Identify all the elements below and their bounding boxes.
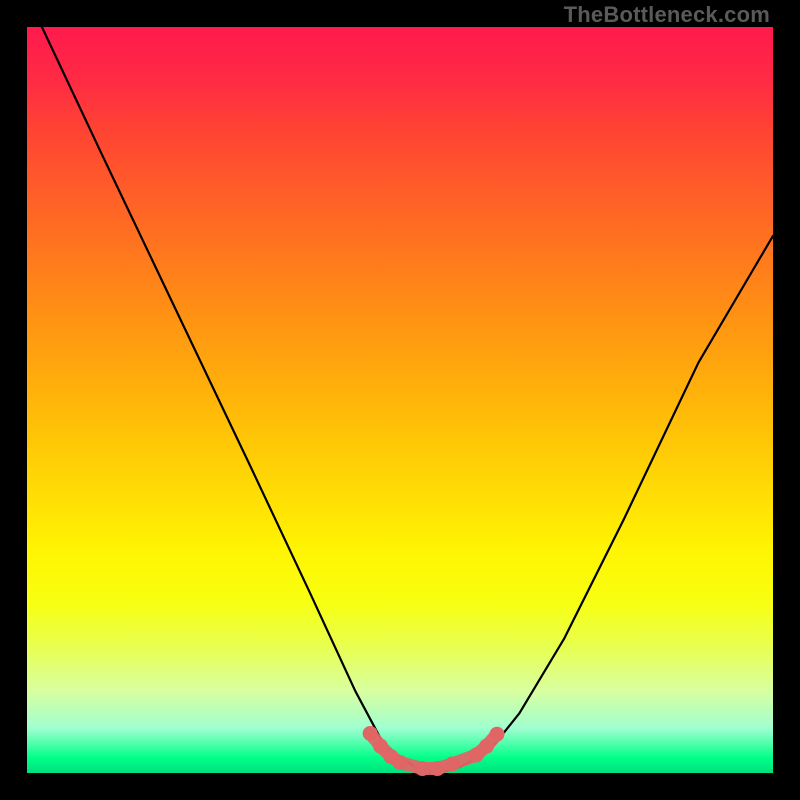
trough-marker	[363, 726, 378, 741]
trough-marker	[415, 761, 430, 776]
trough-markers	[363, 726, 505, 776]
trough-marker	[479, 739, 494, 754]
trough-marker	[393, 755, 408, 770]
chart-svg	[27, 27, 773, 773]
trough-marker	[489, 727, 504, 742]
bottleneck-curve	[42, 27, 773, 772]
trough-marker	[430, 761, 445, 776]
curve-layer	[42, 27, 773, 772]
watermark-text: TheBottleneck.com	[564, 2, 770, 28]
trough-marker	[445, 757, 460, 772]
chart-frame: TheBottleneck.com	[0, 0, 800, 800]
plot-area	[27, 27, 773, 773]
